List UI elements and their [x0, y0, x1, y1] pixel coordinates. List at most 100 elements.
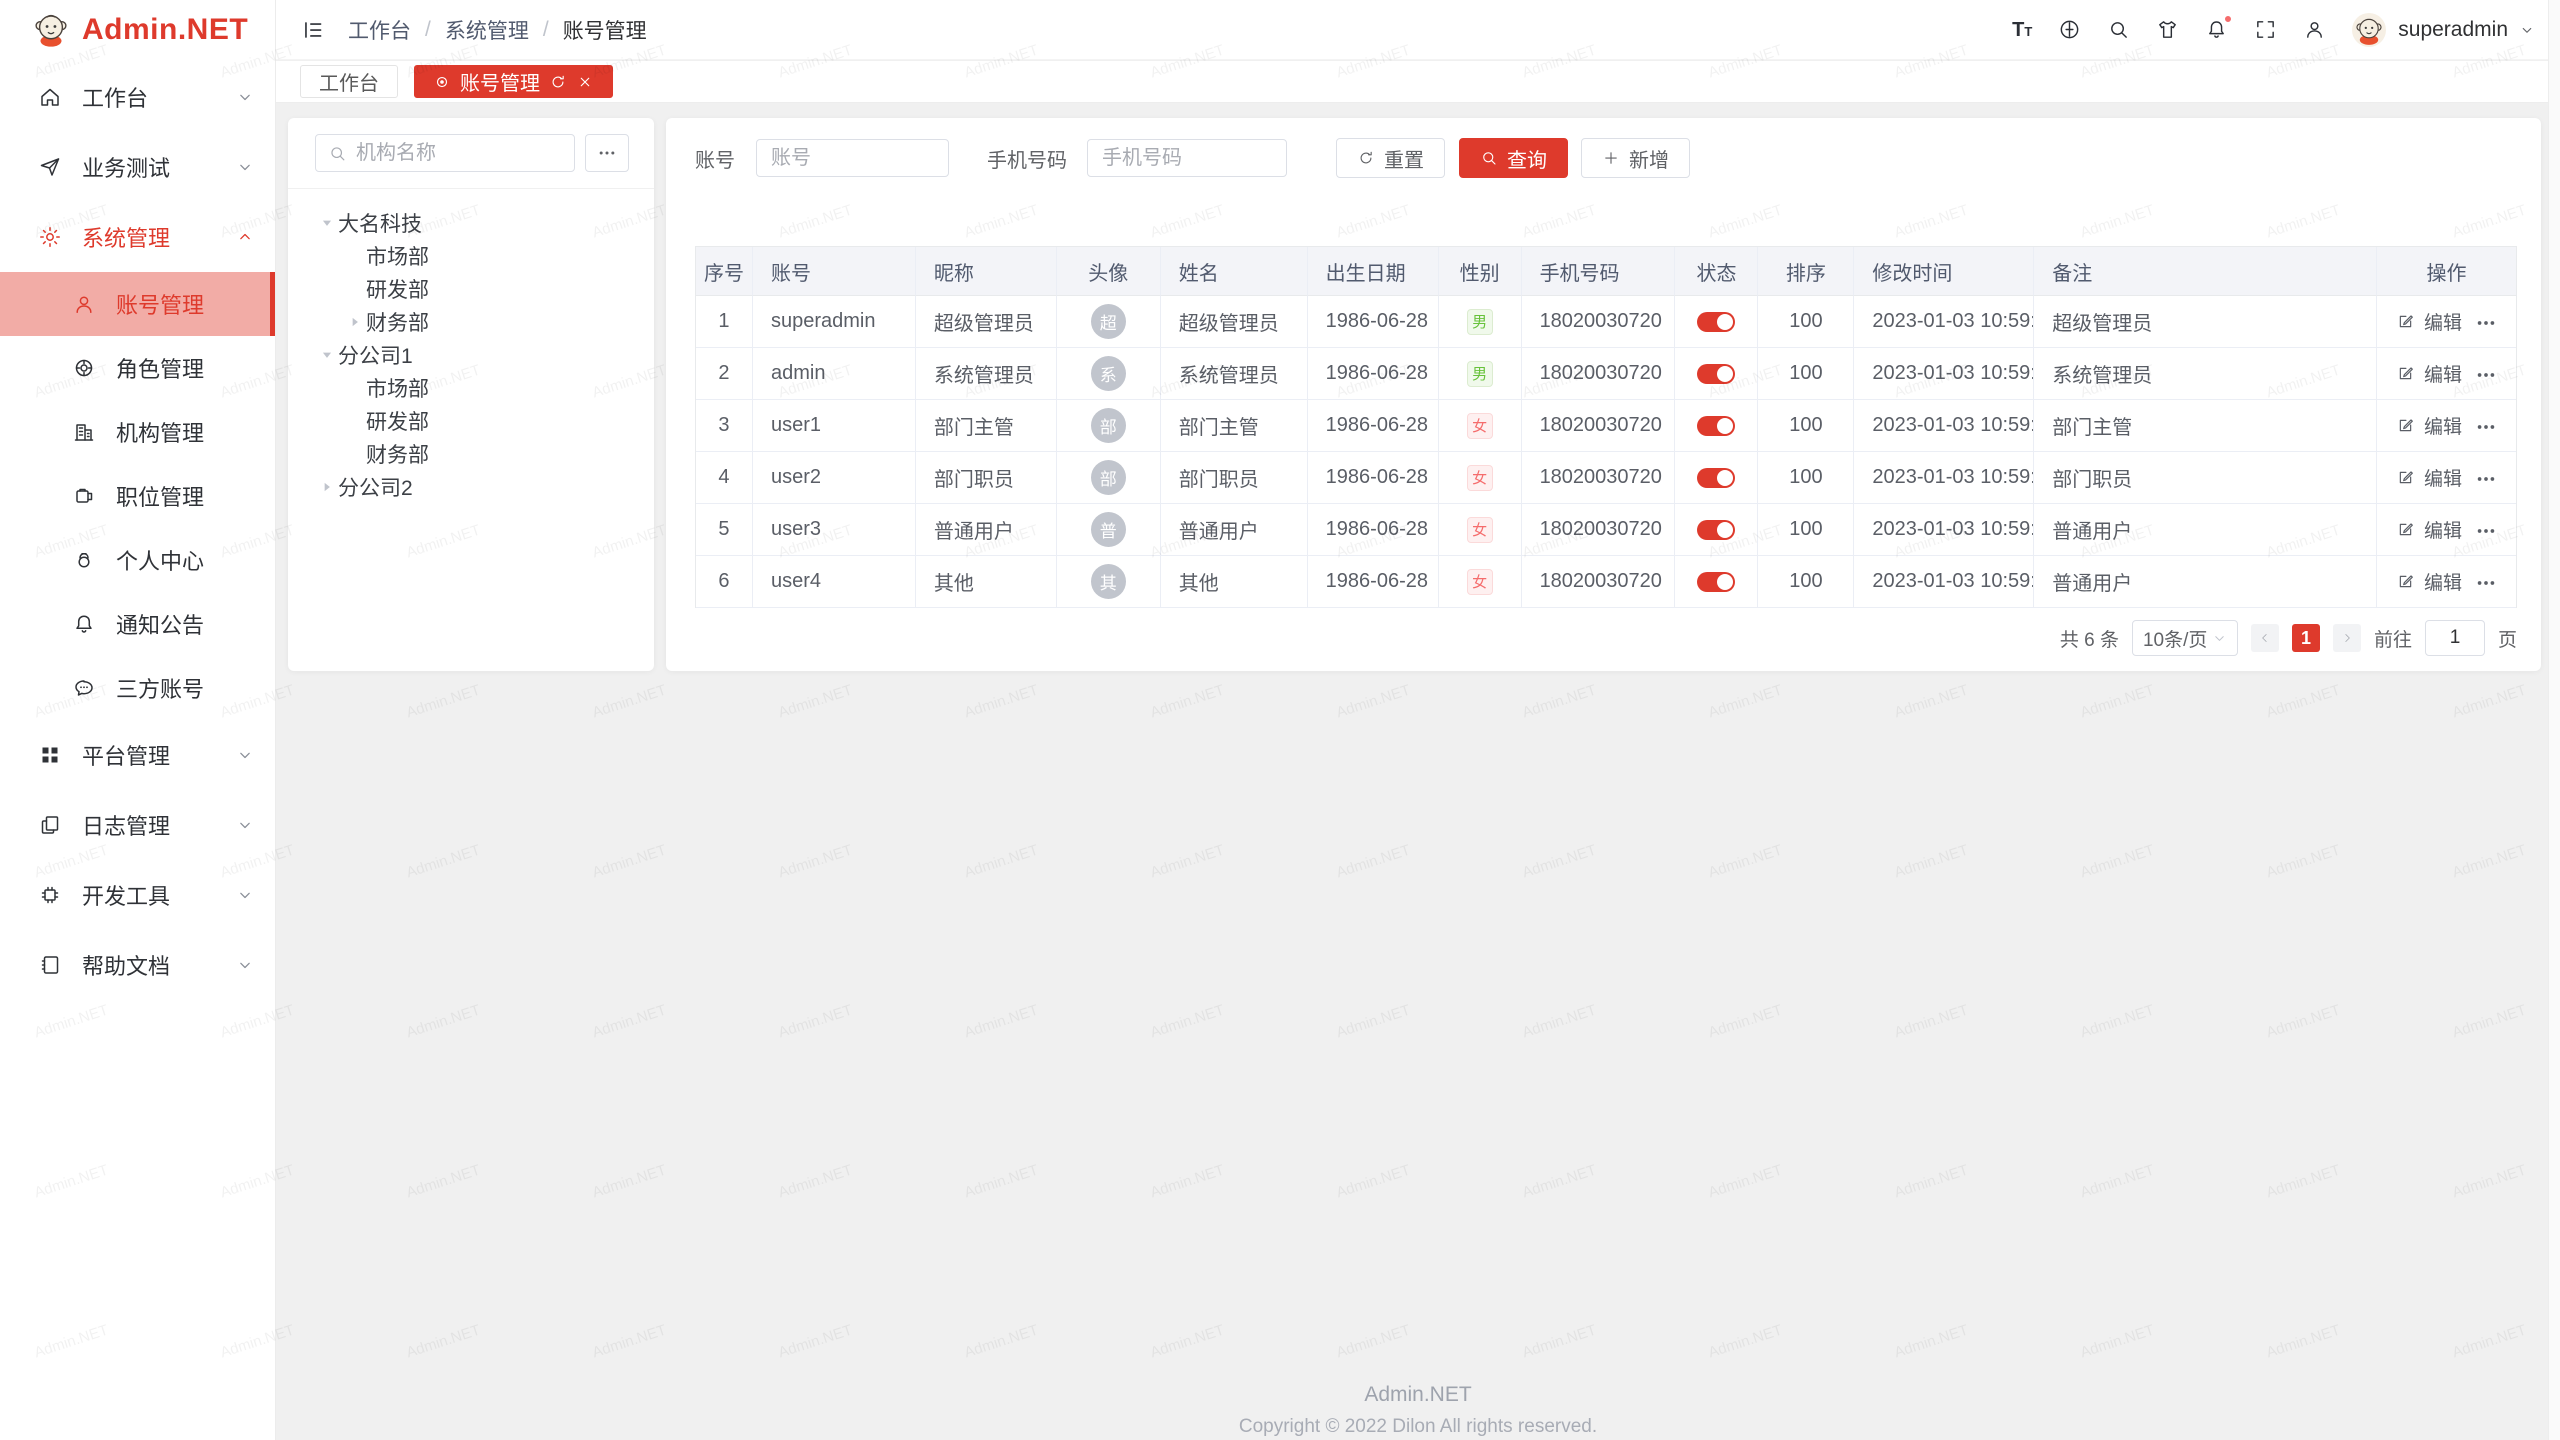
page-size-select[interactable]: 10条/页 [2132, 620, 2238, 656]
edit-icon[interactable] [2396, 468, 2415, 487]
tree-node[interactable]: 财务部 [288, 437, 654, 470]
sidebar-item-position-management[interactable]: 职位管理 [0, 464, 275, 528]
sidebar-item-notice[interactable]: 通知公告 [0, 592, 275, 656]
tree-node[interactable]: 研发部 [288, 272, 654, 305]
pagination: 共 6 条 10条/页 1 前往 页 [2060, 620, 2517, 656]
tree-node[interactable]: 研发部 [288, 404, 654, 437]
sidebar-item-account-management[interactable]: 账号管理 [0, 272, 275, 336]
scrollbar-track[interactable] [2548, 0, 2560, 1440]
edit-button[interactable]: 编辑 [2424, 360, 2462, 387]
caret-right-icon[interactable] [344, 311, 366, 333]
reset-button[interactable]: 重置 [1336, 138, 1445, 178]
sidebar-item-log-management[interactable]: 日志管理 [0, 790, 275, 860]
tree-node[interactable]: 分公司1 [288, 338, 654, 371]
account-filter-input[interactable] [756, 139, 949, 177]
tree-node[interactable]: 市场部 [288, 371, 654, 404]
prev-page-button[interactable] [2251, 624, 2279, 652]
topbar-actions: TT [2012, 13, 2536, 47]
sidebar-item-platform-management[interactable]: 平台管理 [0, 720, 275, 790]
status-toggle[interactable] [1697, 312, 1735, 332]
edit-icon[interactable] [2396, 364, 2415, 383]
tree-node[interactable]: 财务部 [288, 305, 654, 338]
tab-account-management[interactable]: 账号管理 [414, 65, 613, 98]
sidebar-item-dev-tools[interactable]: 开发工具 [0, 860, 275, 930]
edit-icon[interactable] [2396, 572, 2415, 591]
status-toggle[interactable] [1697, 416, 1735, 436]
tree-node[interactable]: 市场部 [288, 239, 654, 272]
page-1-button[interactable]: 1 [2292, 624, 2320, 652]
edit-button[interactable]: 编辑 [2424, 308, 2462, 335]
cell-nickname: 其他 [916, 556, 1057, 608]
logo[interactable]: Admin.NET [0, 0, 275, 60]
menu-fold-icon[interactable] [300, 17, 326, 43]
edit-icon[interactable] [2396, 416, 2415, 435]
query-button[interactable]: 查询 [1459, 138, 1568, 178]
cell-avatar: 系 [1057, 348, 1161, 400]
birth-date-value: 1986-06-28 [1326, 414, 1428, 437]
language-icon[interactable] [2058, 18, 2081, 41]
more-actions-button[interactable] [2475, 416, 2497, 436]
tree-node[interactable]: 大名科技 [288, 206, 654, 239]
breadcrumb-item[interactable]: 系统管理 [445, 15, 529, 45]
add-button[interactable]: 新增 [1581, 138, 1690, 178]
avatar: 系 [1091, 356, 1126, 391]
edit-button[interactable]: 编辑 [2424, 412, 2462, 439]
font-size-icon[interactable]: TT [2012, 20, 2032, 40]
table-header-row: 序号账号昵称头像姓名出生日期性别手机号码状态排序修改时间备注操作 [696, 247, 2516, 296]
avatar[interactable] [2352, 13, 2386, 47]
caret-down-icon[interactable] [316, 344, 338, 366]
cell-account: admin [753, 348, 916, 400]
username[interactable]: superadmin [2398, 18, 2508, 42]
more-actions-button[interactable] [2475, 364, 2497, 384]
goto-page-input[interactable] [2425, 620, 2485, 656]
edit-icon[interactable] [2396, 520, 2415, 539]
sidebar-item-org-management[interactable]: 机构管理 [0, 400, 275, 464]
tree-more-button[interactable] [585, 134, 629, 172]
sidebar-item-personal-center[interactable]: 个人中心 [0, 528, 275, 592]
more-actions-button[interactable] [2475, 520, 2497, 540]
next-page-button[interactable] [2333, 624, 2361, 652]
status-toggle[interactable] [1697, 572, 1735, 592]
status-toggle[interactable] [1697, 468, 1735, 488]
sidebar-item-business-test[interactable]: 业务测试 [0, 132, 275, 202]
cell-account: user1 [753, 400, 916, 452]
tree-node[interactable]: 分公司2 [288, 470, 654, 503]
theme-icon[interactable] [2156, 18, 2179, 41]
more-actions-button[interactable] [2475, 312, 2497, 332]
sidebar-item-workbench[interactable]: 工作台 [0, 62, 275, 132]
user-icon[interactable] [2303, 18, 2326, 41]
notification-icon[interactable] [2205, 18, 2228, 41]
refresh-icon[interactable] [549, 73, 567, 91]
more-actions-button[interactable] [2475, 468, 2497, 488]
chevron-down-icon [235, 815, 255, 835]
table-row: 3user1部门主管部部门主管1986-06-28女18020030720100… [696, 400, 2516, 452]
fullscreen-icon[interactable] [2254, 18, 2277, 41]
more-actions-button[interactable] [2475, 572, 2497, 592]
edit-button[interactable]: 编辑 [2424, 516, 2462, 543]
sidebar-item-help-docs[interactable]: 帮助文档 [0, 930, 275, 1000]
edit-icon[interactable] [2396, 312, 2415, 331]
sidebar-item-role-management[interactable]: 角色管理 [0, 336, 275, 400]
page-size-value: 10条/页 [2143, 625, 2207, 652]
phone-value: 18020030720 [1540, 570, 1662, 593]
close-icon[interactable] [576, 73, 594, 91]
org-search-input[interactable] [356, 142, 562, 165]
sidebar-item-system-management[interactable]: 系统管理 [0, 202, 275, 272]
chevron-down-icon[interactable] [2518, 21, 2536, 39]
edit-button[interactable]: 编辑 [2424, 568, 2462, 595]
account-filter-label: 账号 [695, 144, 735, 173]
status-toggle[interactable] [1697, 520, 1735, 540]
status-toggle[interactable] [1697, 364, 1735, 384]
sort-value: 100 [1789, 570, 1822, 593]
edit-button[interactable]: 编辑 [2424, 464, 2462, 491]
tab-workbench[interactable]: 工作台 [300, 65, 398, 98]
caret-down-icon[interactable] [316, 212, 338, 234]
search-icon[interactable] [2107, 18, 2130, 41]
breadcrumb-item[interactable]: 工作台 [348, 15, 411, 45]
remark-value: 超级管理员 [2052, 307, 2152, 336]
caret-right-icon[interactable] [316, 476, 338, 498]
sort-value: 100 [1789, 466, 1822, 489]
cell-gender: 女 [1439, 452, 1522, 504]
sidebar-item-third-party-account[interactable]: 三方账号 [0, 656, 275, 720]
phone-filter-input[interactable] [1087, 139, 1287, 177]
